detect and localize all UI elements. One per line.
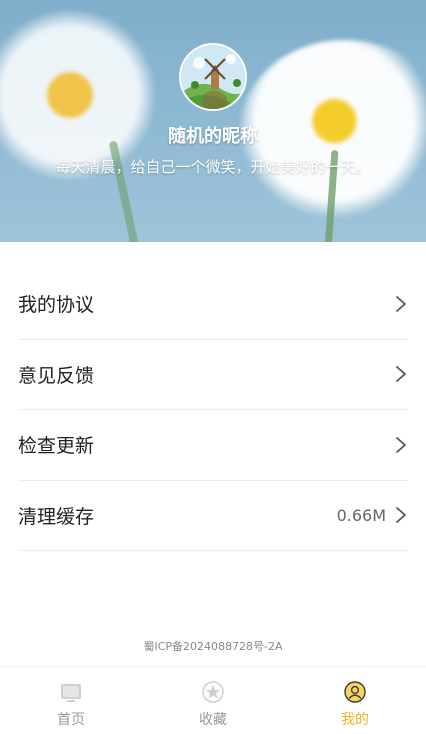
profile-header: 随机的昵称 每天清晨，给自己一个微笑，开始美好的一天。: [0, 0, 426, 242]
profile-icon: [344, 681, 366, 703]
tab-label: 首页: [57, 712, 85, 728]
tab-label: 收藏: [199, 712, 227, 728]
menu-item-label: 意见反馈: [18, 364, 95, 387]
windmill-avatar-icon: [181, 45, 245, 109]
menu-item-agreement[interactable]: 我的协议: [18, 269, 408, 340]
home-screen-icon: [61, 684, 81, 702]
nickname: 随机的昵称: [168, 126, 258, 147]
cache-size: 0.66M: [336, 505, 386, 525]
menu-item-label: 清理缓存: [18, 505, 95, 528]
bottom-tab-bar: 首页 收藏 我的: [0, 666, 426, 734]
menu-item-feedback[interactable]: 意见反馈: [18, 340, 408, 410]
chevron-right-icon: [396, 436, 406, 453]
chevron-right-icon: [396, 507, 406, 524]
settings-menu: 我的协议 意见反馈 检查更新 清理缓存 0.66M: [18, 269, 408, 551]
menu-item-check-update[interactable]: 检查更新: [18, 410, 408, 481]
tab-favorites[interactable]: 收藏: [142, 667, 284, 734]
chevron-right-icon: [396, 295, 406, 312]
tab-home[interactable]: 首页: [0, 667, 142, 734]
background-daisy-left: [0, 10, 160, 180]
icp-license: 蜀ICP备2024088728号-2A: [143, 640, 283, 653]
menu-item-clear-cache[interactable]: 清理缓存 0.66M: [18, 481, 408, 551]
menu-item-label: 检查更新: [18, 435, 95, 458]
menu-item-label: 我的协议: [18, 294, 95, 317]
star-icon: [202, 681, 224, 703]
tab-mine[interactable]: 我的: [284, 667, 426, 734]
avatar[interactable]: [179, 43, 247, 111]
chevron-right-icon: [396, 366, 406, 383]
tab-label: 我的: [341, 712, 369, 728]
motto: 每天清晨，给自己一个微笑，开始美好的一天。: [55, 158, 371, 176]
